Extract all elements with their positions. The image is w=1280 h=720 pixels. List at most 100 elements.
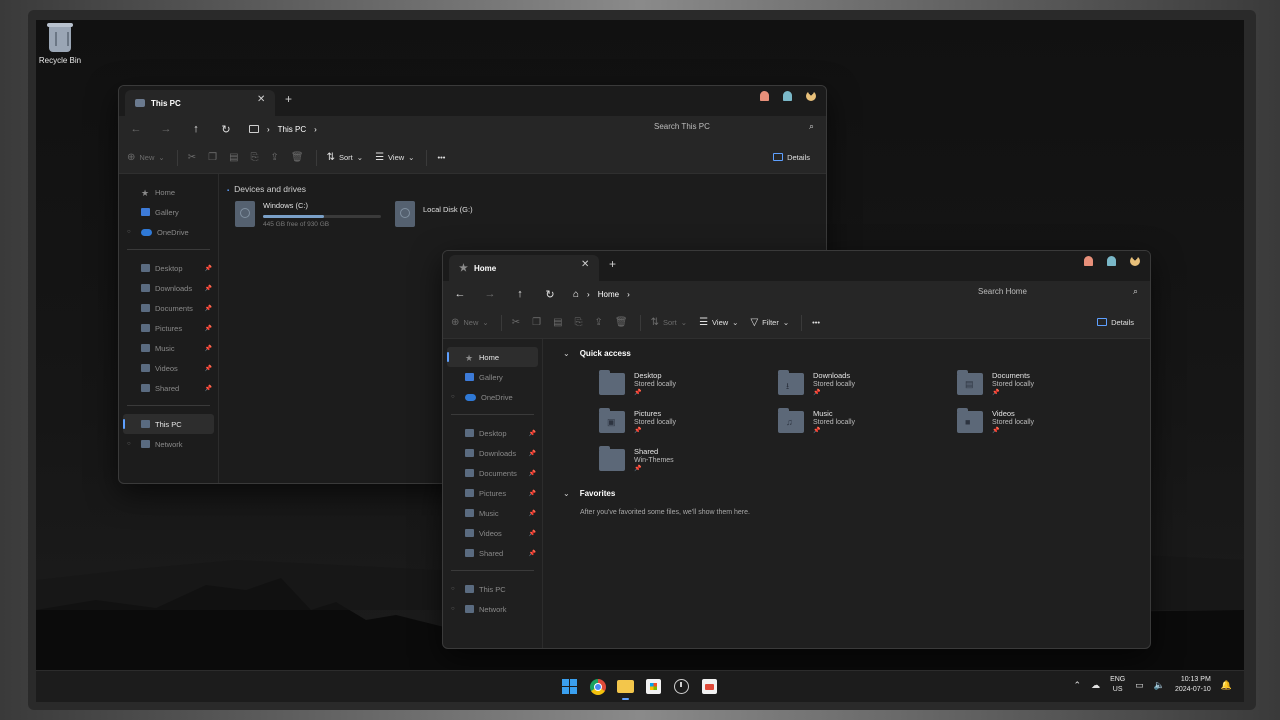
tab-this-pc[interactable]: This PC: [125, 90, 275, 116]
close-tab-button[interactable]: ✕: [257, 94, 265, 105]
sidebar-item-gallery[interactable]: Gallery: [443, 367, 542, 387]
chevron-right-icon[interactable]: ›: [627, 290, 630, 299]
back-icon[interactable]: ←: [445, 288, 475, 300]
sidebar-item-shared[interactable]: Shared 📌: [443, 543, 542, 563]
cut-button[interactable]: ✂: [512, 317, 520, 328]
network-icon[interactable]: ▭: [1135, 680, 1144, 691]
folder-tile-videos[interactable]: ■ Videos Stored locally 📌: [957, 408, 1127, 434]
language-indicator[interactable]: ENG US: [1110, 675, 1125, 695]
sidebar-item-network[interactable]: ○ Network: [443, 599, 542, 619]
delete-button[interactable]: 🗑: [615, 317, 628, 328]
folder-tile-downloads[interactable]: ⭳ Downloads Stored locally 📌: [778, 370, 948, 396]
sidebar-item-documents[interactable]: Documents 📌: [443, 463, 542, 483]
taskbar-snipping-tool[interactable]: [700, 677, 719, 696]
up-icon[interactable]: ↑: [181, 123, 211, 135]
forward-icon[interactable]: →: [475, 288, 505, 300]
folder-tile-music[interactable]: ♫ Music Stored locally 📌: [778, 408, 948, 434]
sidebar-item-pictures[interactable]: Pictures 📌: [119, 318, 218, 338]
maximize-ghost-icon[interactable]: [783, 91, 792, 101]
sidebar-item-videos[interactable]: Videos 📌: [443, 523, 542, 543]
up-icon[interactable]: ↑: [505, 288, 535, 300]
copy-button[interactable]: ❐: [532, 317, 541, 328]
breadcrumb-item[interactable]: Home: [598, 290, 619, 299]
copy-button[interactable]: ❐: [208, 152, 217, 163]
back-icon[interactable]: ←: [121, 123, 151, 135]
sidebar-item-downloads[interactable]: Downloads 📌: [443, 443, 542, 463]
view-button[interactable]: ☰ View ⌄: [699, 317, 738, 328]
favorites-header[interactable]: ⌄ Favorites: [563, 489, 615, 498]
breadcrumb[interactable]: ⌂ › Home ›: [573, 289, 630, 300]
forward-icon[interactable]: →: [151, 123, 181, 135]
sidebar-item-music[interactable]: Music 📌: [119, 338, 218, 358]
close-tab-button[interactable]: ✕: [581, 259, 589, 270]
sidebar-item-music[interactable]: Music 📌: [443, 503, 542, 523]
new-button[interactable]: ⊕ New ⌄: [127, 152, 165, 163]
title-bar[interactable]: ★ Home ✕ +: [443, 251, 1150, 281]
sidebar-item-downloads[interactable]: Downloads 📌: [119, 278, 218, 298]
quick-access-header[interactable]: ⌄ Quick access: [563, 349, 631, 358]
explorer-window-home[interactable]: ★ Home ✕ + ← → ↑ ↻ ⌂ › Home › Search Hom…: [442, 250, 1151, 649]
close-pacman-icon[interactable]: [1130, 256, 1140, 266]
folder-tile-documents[interactable]: ▤ Documents Stored locally 📌: [957, 370, 1127, 396]
sidebar-item-network[interactable]: ○ Network: [119, 434, 218, 454]
more-options-button[interactable]: •••: [812, 318, 820, 327]
sort-button[interactable]: ⇅ Sort ⌄: [327, 152, 363, 163]
delete-button[interactable]: 🗑: [291, 152, 304, 163]
expand-icon[interactable]: ○: [451, 586, 455, 592]
cloud-sync-icon[interactable]: ☁: [1091, 680, 1100, 691]
section-header[interactable]: Devices and drives: [227, 184, 306, 194]
chevron-right-icon[interactable]: ›: [314, 125, 317, 134]
drive-item[interactable]: Windows (C:) 445 GB free of 930 GB: [235, 201, 381, 228]
sidebar-item-gallery[interactable]: Gallery: [119, 202, 218, 222]
expand-icon[interactable]: ○: [451, 394, 455, 400]
taskbar-file-explorer[interactable]: [616, 677, 635, 700]
sidebar-item-desktop[interactable]: Desktop 📌: [443, 423, 542, 443]
share-button[interactable]: ⇪: [595, 317, 603, 328]
rename-button[interactable]: ⎘: [251, 152, 259, 163]
sidebar-item-this-pc[interactable]: ○ This PC: [443, 579, 542, 599]
cut-button[interactable]: ✂: [188, 152, 196, 163]
sidebar-item-onedrive[interactable]: ○ OneDrive: [443, 387, 542, 407]
expand-icon[interactable]: ○: [127, 229, 131, 235]
more-options-button[interactable]: •••: [437, 153, 445, 162]
breadcrumb-item[interactable]: This PC: [278, 125, 306, 134]
folder-tile-desktop[interactable]: Desktop Stored locally 📌: [599, 370, 769, 396]
sidebar-item-this-pc[interactable]: This PC: [123, 414, 214, 434]
minimize-ghost-icon[interactable]: [1084, 256, 1093, 266]
sidebar-item-desktop[interactable]: Desktop 📌: [119, 258, 218, 278]
folder-tile-pictures[interactable]: ▣ Pictures Stored locally 📌: [599, 408, 769, 434]
tab-home[interactable]: ★ Home: [449, 255, 599, 281]
system-clock[interactable]: 10:13 PM 2024-07-10: [1175, 675, 1211, 695]
expand-icon[interactable]: ○: [127, 441, 131, 447]
sidebar-item-onedrive[interactable]: ○ OneDrive: [119, 222, 218, 242]
new-tab-button[interactable]: +: [285, 92, 292, 106]
minimize-ghost-icon[interactable]: [760, 91, 769, 101]
paste-button[interactable]: ▤: [229, 152, 238, 163]
taskbar-chrome[interactable]: [588, 677, 607, 696]
drive-item[interactable]: Local Disk (G:): [395, 201, 473, 227]
filter-button[interactable]: ▽ Filter ⌄: [750, 317, 789, 328]
taskbar-store[interactable]: [644, 677, 663, 696]
new-button[interactable]: ⊕ New ⌄: [451, 317, 489, 328]
sidebar-item-home[interactable]: ★ Home: [119, 182, 218, 202]
folder-tile-shared[interactable]: Shared Win-Themes 📌: [599, 446, 769, 472]
expand-icon[interactable]: ○: [451, 606, 455, 612]
title-bar[interactable]: This PC ✕ +: [119, 86, 826, 116]
search-input[interactable]: Search Home ⌕: [978, 286, 1138, 296]
sidebar-item-shared[interactable]: Shared 📌: [119, 378, 218, 398]
sidebar-item-documents[interactable]: Documents 📌: [119, 298, 218, 318]
sort-button[interactable]: ⇅ Sort ⌄: [651, 317, 687, 328]
sidebar-item-home[interactable]: ★ Home: [447, 347, 538, 367]
start-button[interactable]: [560, 677, 579, 696]
search-input[interactable]: Search This PC ⌕: [654, 121, 814, 131]
share-button[interactable]: ⇪: [271, 152, 279, 163]
new-tab-button[interactable]: +: [609, 257, 616, 271]
taskbar-clock-app[interactable]: [672, 677, 691, 696]
rename-button[interactable]: ⎘: [575, 317, 583, 328]
details-button[interactable]: Details: [773, 153, 810, 162]
recycle-bin-shortcut[interactable]: Recycle Bin: [38, 23, 82, 65]
refresh-icon[interactable]: ↻: [211, 123, 241, 136]
view-button[interactable]: ☰ View ⌄: [375, 152, 414, 163]
volume-icon[interactable]: 🔈: [1154, 680, 1165, 691]
paste-button[interactable]: ▤: [553, 317, 562, 328]
